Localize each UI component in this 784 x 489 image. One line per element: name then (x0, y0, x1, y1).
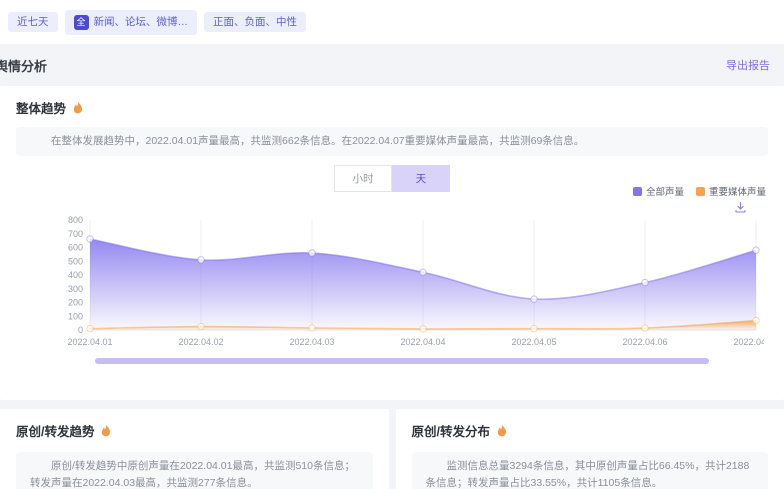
legend-item-total-volume[interactable]: 全部声量 (633, 184, 684, 198)
svg-text:700: 700 (68, 229, 83, 239)
legend-item-media-volume[interactable]: 重要媒体声量 (696, 184, 766, 198)
svg-text:600: 600 (68, 243, 83, 253)
svg-text:0: 0 (78, 325, 83, 335)
chart-legend: 全部声量 重要媒体声量 (633, 184, 766, 198)
svg-text:400: 400 (68, 270, 83, 280)
svg-text:2022.04.07: 2022.04.07 (733, 337, 764, 347)
svg-text:2022.04.03: 2022.04.03 (289, 337, 334, 347)
svg-text:200: 200 (68, 298, 83, 308)
legend-swatch-media (696, 187, 705, 196)
original-repost-distribution-summary: 监测信息总量3294条信息，其中原创声量占比66.45%，共计2188条信息；转… (412, 452, 769, 489)
svg-text:800: 800 (68, 215, 83, 225)
page-header: 舆情分析 导出报告 (0, 44, 784, 86)
original-repost-trend-title: 原创/转发趋势 (16, 421, 94, 440)
legend-label-media: 重要媒体声量 (709, 184, 766, 198)
overall-trend-card: 整体趋势 在整体发展趋势中，2022.04.01声量最高，共监测662条信息。在… (0, 86, 784, 400)
original-repost-trend-summary: 原创/转发趋势中原创声量在2022.04.01最高，共监测510条信息；转发声量… (16, 452, 373, 489)
filter-bar: 近七天 全 新闻、论坛、微博… 正面、负面、中性 (0, 0, 784, 44)
filter-date-range[interactable]: 近七天 (8, 12, 58, 33)
chart-scrollbar[interactable] (95, 358, 709, 364)
original-repost-distribution-card: 原创/转发分布 监测信息总量3294条信息，其中原创声量占比66.45%，共计2… (396, 409, 784, 489)
trend-area-chart[interactable]: 0 100 200 300 400 500 600 700 800 2022.04.01 2022.… (58, 204, 764, 356)
hot-flame-icon (72, 101, 84, 114)
original-repost-trend-card: 原创/转发趋势 原创/转发趋势中原创声量在2022.04.01最高，共监测510… (0, 409, 389, 489)
overall-summary: 在整体发展趋势中，2022.04.01声量最高，共监测662条信息。在2022.… (16, 127, 768, 156)
overall-trend-title-row: 整体趋势 (16, 98, 768, 117)
svg-text:500: 500 (68, 256, 83, 266)
export-report-link[interactable]: 导出报告 (726, 57, 770, 73)
hot-flame-icon (100, 424, 112, 437)
filter-sources-label: 新闻、论坛、微博… (94, 17, 189, 28)
toggle-hour-button[interactable]: 小时 (334, 165, 392, 192)
svg-text:2022.04.01: 2022.04.01 (67, 337, 112, 347)
filter-sentiment[interactable]: 正面、负面、中性 (204, 12, 306, 33)
svg-text:100: 100 (68, 311, 83, 321)
bottom-cards-row: 原创/转发趋势 原创/转发趋势中原创声量在2022.04.01最高，共监测510… (0, 409, 784, 489)
svg-text:2022.04.05: 2022.04.05 (511, 337, 556, 347)
filter-sources[interactable]: 全 新闻、论坛、微博… (65, 10, 198, 35)
svg-text:300: 300 (68, 284, 83, 294)
original-repost-distribution-title: 原创/转发分布 (412, 421, 490, 440)
legend-label-total: 全部声量 (646, 184, 684, 198)
overall-trend-title: 整体趋势 (16, 98, 66, 117)
all-sources-icon: 全 (74, 15, 89, 30)
svg-text:2022.04.06: 2022.04.06 (622, 337, 667, 347)
hot-flame-icon (496, 424, 508, 437)
toggle-day-button[interactable]: 天 (392, 165, 450, 192)
legend-swatch-total (633, 187, 642, 196)
svg-text:2022.04.04: 2022.04.04 (400, 337, 445, 347)
page-title: 舆情分析 (0, 56, 47, 75)
svg-text:2022.04.02: 2022.04.02 (178, 337, 223, 347)
